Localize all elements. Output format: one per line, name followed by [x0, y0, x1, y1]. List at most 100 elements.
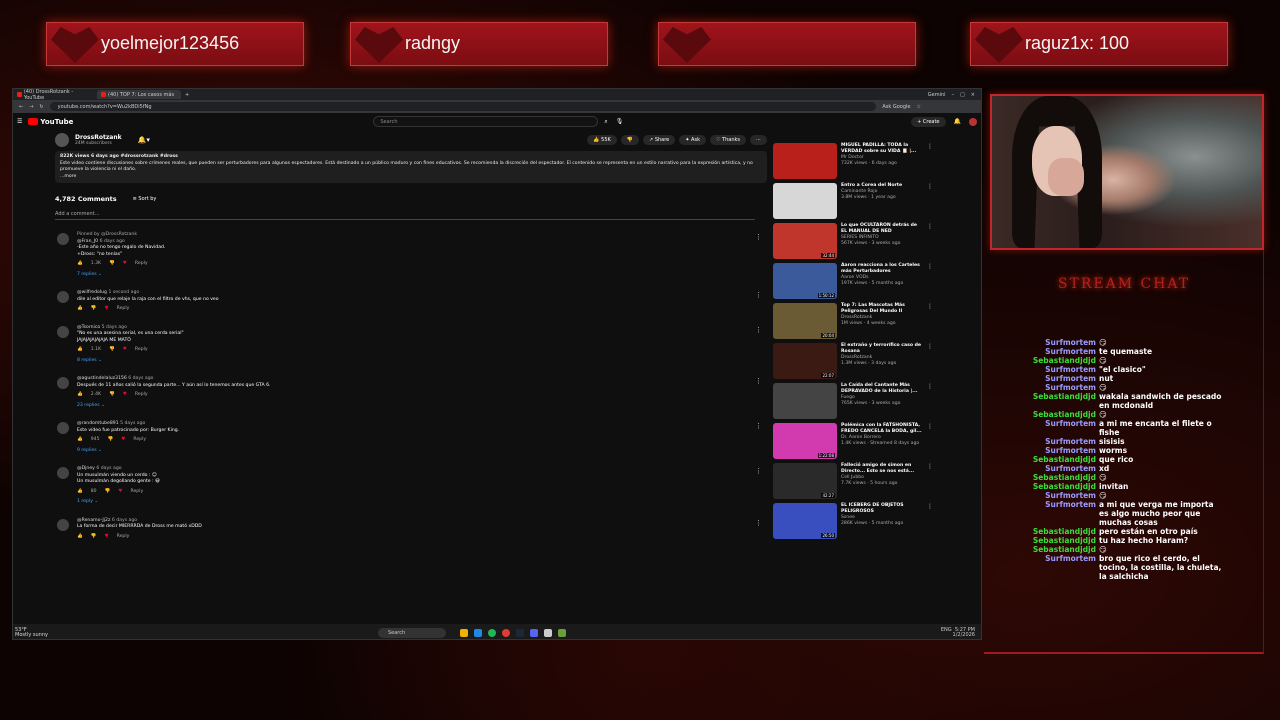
comment-author[interactable]: @Tsornico — [77, 325, 100, 330]
sort-by-button[interactable]: ≡ Sort by — [133, 196, 157, 202]
chat-username[interactable]: Surfmortem — [1024, 491, 1096, 500]
system-tray[interactable]: ENG 5:27 PM 1/2/2026 — [941, 627, 981, 638]
comment-dislike-icon[interactable]: 👎 — [109, 392, 115, 399]
dislike-button[interactable]: 👎 — [620, 135, 640, 145]
video-menu-icon[interactable]: ⋮ — [927, 463, 933, 503]
chat-username[interactable]: Sebastiandjdjd — [1024, 545, 1096, 554]
create-button[interactable]: + Create — [911, 116, 946, 127]
chat-username[interactable]: Sebastiandjdjd — [1024, 527, 1096, 536]
comment-menu-icon[interactable]: ⋮ — [755, 423, 762, 430]
comment-avatar[interactable] — [57, 233, 69, 245]
comment-replies-toggle[interactable]: 7 replies ⌄ — [77, 272, 767, 279]
comment-like-icon[interactable]: 👍 — [77, 261, 83, 268]
video-title[interactable]: Falleció amigo de simon en Directo... Es… — [841, 463, 923, 475]
description-more-link[interactable]: ...more — [60, 174, 762, 181]
comment-author[interactable]: @agustindelaluz3156 — [77, 376, 127, 381]
recommended-video[interactable]: MIGUEL PADILLA: TODA la VERDAD sobre su … — [773, 143, 933, 183]
recommended-video[interactable]: La Caída del Cantante Más DEPRAVADO de l… — [773, 383, 933, 423]
recommended-video[interactable]: 1:22:08 Polémica con la FATSHONISTA, FRED… — [773, 423, 933, 463]
video-thumbnail[interactable]: 1:50:12 — [773, 263, 837, 299]
comment-author[interactable]: @Djney — [77, 466, 95, 471]
comment-replies-toggle[interactable]: 1 reply ⌄ — [77, 499, 767, 506]
comment-author[interactable]: @Fran_J0 — [77, 239, 98, 244]
comment-reply-button[interactable]: Reply — [133, 437, 146, 444]
obs-icon[interactable] — [543, 628, 552, 637]
comment-menu-icon[interactable]: ⋮ — [755, 378, 762, 385]
channel-name[interactable]: DrossRotzank — [75, 134, 122, 141]
chat-username[interactable]: Sebastiandjdjd — [1024, 410, 1096, 419]
chat-username[interactable]: Surfmortem — [1024, 365, 1096, 374]
chrome-icon[interactable] — [501, 628, 510, 637]
comment-author[interactable]: @randomtube891 — [77, 421, 119, 426]
tab-dross-channel[interactable]: (40) DrossRotzank - YouTube — [13, 89, 97, 101]
comment-replies-toggle[interactable]: 8 replies ⌄ — [77, 358, 767, 365]
close-button[interactable]: × — [971, 92, 975, 98]
youtube-logo[interactable]: YouTube — [28, 118, 73, 126]
channel-avatar[interactable] — [55, 133, 69, 147]
video-menu-icon[interactable]: ⋮ — [927, 183, 933, 223]
comment-reply-button[interactable]: Reply — [135, 261, 148, 268]
video-title[interactable]: Lo que OCULTARON detrás de EL MANUAL DE … — [841, 223, 923, 235]
bookmark-star-icon[interactable]: ☆ — [917, 104, 981, 110]
comment-reply-button[interactable]: Reply — [135, 347, 148, 354]
video-thumbnail[interactable]: 42:27 — [773, 463, 837, 499]
chat-username[interactable]: Surfmortem — [1024, 347, 1096, 356]
ask-google-button[interactable]: Ask Google — [882, 104, 910, 110]
comment-avatar[interactable] — [57, 291, 69, 303]
menu-icon[interactable]: ☰ — [17, 118, 22, 125]
comment-dislike-icon[interactable]: 👎 — [105, 489, 111, 496]
notifications-bell-icon[interactable]: 🔔 — [954, 118, 961, 125]
more-actions-button[interactable]: ⋯ — [750, 135, 767, 145]
comment-avatar[interactable] — [57, 377, 69, 389]
notifications-bell-icon[interactable]: 🔔▾ — [138, 136, 150, 144]
steam-icon[interactable] — [515, 628, 524, 637]
comment-reply-button[interactable]: Reply — [135, 392, 148, 399]
comment-like-icon[interactable]: 👍 — [77, 534, 83, 541]
comment-reply-button[interactable]: Reply — [117, 534, 130, 541]
discord-icon[interactable] — [529, 628, 538, 637]
chat-username[interactable]: Surfmortem — [1024, 500, 1096, 527]
chat-username[interactable]: Sebastiandjdjd — [1024, 392, 1096, 410]
comment-replies-toggle[interactable]: 9 replies ⌄ — [77, 448, 767, 455]
comment-like-icon[interactable]: 👍 — [77, 489, 83, 496]
reload-icon[interactable]: ↻ — [39, 104, 43, 110]
app-icon[interactable] — [557, 628, 566, 637]
chat-username[interactable]: Surfmortem — [1024, 437, 1096, 446]
maximize-button[interactable]: □ — [960, 92, 965, 98]
comment-like-icon[interactable]: 👍 — [77, 392, 83, 399]
comment-dislike-icon[interactable]: 👎 — [91, 306, 97, 313]
comment-replies-toggle[interactable]: 23 replies ⌄ — [77, 403, 767, 410]
gemini-button[interactable]: Gemini — [928, 92, 946, 98]
share-button[interactable]: ↗ Share — [643, 135, 676, 145]
chat-username[interactable]: Sebastiandjdjd — [1024, 482, 1096, 491]
video-menu-icon[interactable]: ⋮ — [927, 143, 933, 183]
video-menu-icon[interactable]: ⋮ — [927, 303, 933, 343]
video-title[interactable]: EL ICEBERG DE OBJETOS PELIGROSOS — [841, 503, 923, 515]
video-title[interactable]: Top 7: Las Mascotas Más Peligrosas Del M… — [841, 303, 923, 315]
video-title[interactable]: El extraño y terrorífico caso de Rosana — [841, 343, 923, 355]
new-tab-button[interactable]: + — [181, 92, 189, 98]
comment-avatar[interactable] — [57, 467, 69, 479]
comment-dislike-icon[interactable]: 👎 — [109, 261, 115, 268]
chat-username[interactable]: Surfmortem — [1024, 338, 1096, 347]
comment-avatar[interactable] — [57, 518, 69, 531]
video-menu-icon[interactable]: ⋮ — [927, 223, 933, 263]
taskbar-search[interactable]: Search — [377, 627, 446, 638]
comment-menu-icon[interactable]: ⋮ — [755, 234, 762, 241]
comment-dislike-icon[interactable]: 👎 — [109, 347, 115, 354]
video-thumbnail[interactable]: 22:07 — [773, 343, 837, 379]
comment-avatar[interactable] — [57, 422, 69, 434]
recommended-video[interactable]: 22:07 El extraño y terrorífico caso de Ro… — [773, 343, 933, 383]
search-icon[interactable]: ⌕ — [604, 118, 607, 126]
comment-avatar[interactable] — [57, 325, 69, 338]
comment-reply-button[interactable]: Reply — [130, 489, 143, 496]
chat-username[interactable]: Surfmortem — [1024, 446, 1096, 455]
video-title[interactable]: Aaron reacciona a los Carteles más Pertu… — [841, 263, 923, 275]
video-description[interactable]: 822K views 6 days ago #drossrotzank #dro… — [55, 151, 767, 183]
forward-icon[interactable]: → — [29, 104, 33, 110]
video-thumbnail[interactable] — [773, 383, 837, 419]
comment-menu-icon[interactable]: ⋮ — [755, 292, 762, 299]
comment-dislike-icon[interactable]: 👎 — [91, 534, 97, 541]
video-thumbnail[interactable]: 20:04 — [773, 303, 837, 339]
chat-username[interactable]: Sebastiandjdjd — [1024, 473, 1096, 482]
